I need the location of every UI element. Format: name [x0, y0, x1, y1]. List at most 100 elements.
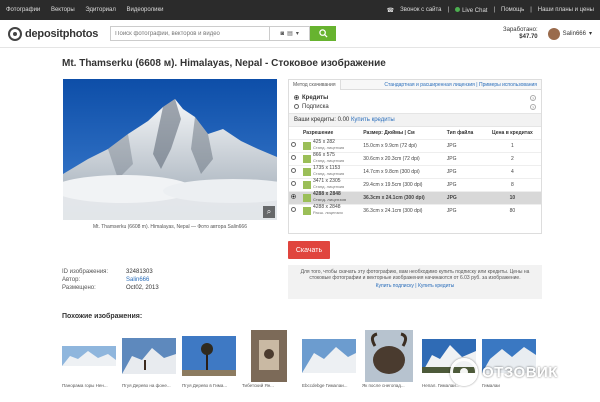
nav-photos[interactable]: Фотографии	[6, 7, 40, 13]
similar-title: Похожие изображения:	[62, 313, 143, 320]
size-radio-cell[interactable]	[289, 164, 301, 178]
meta-row-author: Автор: Salin666	[62, 276, 159, 284]
thumbnail	[62, 330, 116, 382]
size-row[interactable]: 3471 x 2305 Станд. лицензия 29.4cm x 19.5c…	[289, 177, 541, 191]
panel-tabs: Метод скачивания Стандартная и расширенн…	[289, 79, 541, 90]
size-row[interactable]: 866 x 575 Станд. лицензия 30.6cm x 20.3cm …	[289, 151, 541, 165]
size-radio-cell[interactable]	[289, 177, 301, 191]
thumbnail-label: Панорама горы Нен...	[62, 383, 108, 388]
chat-link[interactable]: Live Chat	[455, 6, 487, 14]
divider: |	[530, 7, 532, 13]
image-size-icon	[303, 141, 311, 150]
size-radio-cell[interactable]	[289, 151, 301, 165]
nav-editorial[interactable]: Эдиториал	[85, 7, 116, 13]
meta-label: Размещено:	[62, 285, 96, 291]
author-link[interactable]: Salin666	[126, 276, 149, 284]
standard-license-link[interactable]: Стандартная и расширенная лицензия	[384, 82, 475, 88]
resolution-text: 4288 x 2848 Расш. лицензия	[313, 205, 343, 216]
download-button[interactable]: Скачать	[288, 241, 330, 259]
resolution-cell: 425 x 282 Станд. лицензия	[301, 138, 362, 152]
similar-item[interactable]: Пгуя Дерево на фоне...	[122, 330, 176, 388]
nav-videos[interactable]: Видеоролики	[127, 7, 164, 13]
resolution-cell: 4288 x 2848 Расш. лицензия	[301, 203, 362, 217]
top-bar: Фотографии Векторы Эдиториал Видеоролики…	[0, 0, 600, 20]
main-photo[interactable]: ⌕	[63, 79, 277, 220]
option-credits[interactable]: Кредиты ?	[294, 93, 536, 102]
phone-icon: ☎	[386, 7, 395, 14]
thumbnail	[362, 330, 416, 382]
nav-vectors[interactable]: Векторы	[51, 7, 75, 13]
size-radio-cell[interactable]	[289, 203, 301, 217]
help-icon[interactable]: ?	[530, 103, 536, 110]
buy-credits-link[interactable]: Купить кредиты	[418, 283, 454, 289]
search-button[interactable]	[310, 26, 337, 41]
size-row[interactable]: 1735 x 1153 Станд. лицензия 14.7cm x 9.8cm…	[289, 164, 541, 178]
resolution-text: 1735 x 1153 Станд. лицензия	[313, 166, 344, 177]
column-header: Цена в кредитах	[492, 129, 533, 136]
image-size-icon	[303, 193, 311, 202]
header: depositphotos ◙ ▤ ▾ Заработано: $47.70 S…	[0, 20, 600, 48]
mountain-image	[63, 79, 277, 220]
size-radio[interactable]	[291, 142, 296, 147]
size-radio[interactable]	[291, 168, 296, 173]
license-type: Расш. лицензия	[313, 210, 343, 216]
image-size-icon	[303, 167, 311, 176]
chevron-down-icon: ▾	[588, 31, 592, 37]
size-radio[interactable]	[291, 207, 296, 213]
notice-text: Для того, чтобы скачать эту фотографию, …	[300, 269, 530, 281]
logo[interactable]: depositphotos	[8, 26, 99, 41]
price-cell: 4	[483, 164, 541, 178]
examples-link[interactable]: Примеры использования	[479, 82, 537, 88]
buy-credits-link[interactable]: Купить кредиты	[351, 117, 395, 123]
size-row[interactable]: 4288 x 2848 Расш. лицензия 36.3cm x 24.1cm…	[289, 203, 541, 217]
user-menu[interactable]: Salin666 ▾	[547, 27, 592, 40]
call-link[interactable]: Звонок с сайта	[400, 7, 441, 13]
similar-item[interactable]: Панорама горы Нен...	[62, 330, 116, 388]
size-radio-cell[interactable]	[289, 190, 301, 204]
avatar	[547, 27, 560, 40]
filetype-cell: JPG	[444, 190, 484, 204]
size-radio[interactable]	[291, 155, 296, 160]
search-input[interactable]	[110, 26, 271, 41]
subscription-radio[interactable]	[294, 104, 299, 109]
similar-item[interactable]: Ebccdebge Гималаи...	[302, 330, 356, 388]
tab-download-method[interactable]: Метод скачивания	[289, 79, 341, 90]
search-tools[interactable]: ◙ ▤ ▾	[270, 26, 311, 41]
option-subscription[interactable]: Подписка ?	[294, 102, 536, 111]
size-radio[interactable]	[291, 194, 296, 199]
filetype-cell: JPG	[444, 177, 484, 191]
meta-row-date: Размещено: Oct02, 2013	[62, 284, 159, 292]
filetype-cell: JPG	[444, 138, 484, 152]
filetype-cell: JPG	[444, 164, 484, 178]
size-row[interactable]: 4288 x 2848 Станд. лицензия 36.3cm x 24.1c…	[289, 190, 541, 204]
meta-label: Автор:	[62, 277, 81, 283]
panel-links: Стандартная и расширенная лицензия | При…	[384, 82, 541, 88]
logo-text: depositphotos	[25, 27, 99, 40]
zoom-button[interactable]: ⌕	[263, 206, 275, 218]
image-size-icon	[303, 154, 311, 163]
thumbnail	[242, 330, 296, 382]
credits-radio[interactable]	[294, 95, 299, 100]
similar-item[interactable]: Тибетский Ян...	[242, 330, 296, 388]
similar-item[interactable]: Пгуя Дерево в Гима...	[182, 330, 236, 388]
page-title: Mt. Thamserku (6608 м). Himalayas, Nepal…	[62, 58, 386, 69]
thumbnail-label: Тибетский Ян...	[242, 383, 274, 388]
resolution-cell: 3471 x 2305 Станд. лицензия	[301, 177, 362, 191]
photo-caption: Mt. Thamserku (6608 m). Himalayas, Nepal…	[92, 224, 247, 230]
plans-link[interactable]: Наши планы и цены	[538, 7, 594, 13]
resolution-text: 866 x 575 Станд. лицензия	[313, 153, 344, 164]
price-cell: 2	[483, 151, 541, 165]
earnings-value: $47.70	[519, 33, 538, 40]
size-radio[interactable]	[291, 181, 296, 186]
size-radio-cell[interactable]	[289, 138, 301, 152]
price-cell: 8	[483, 177, 541, 191]
help-icon[interactable]: ?	[530, 94, 536, 101]
username: Salin666	[562, 30, 586, 37]
buy-subscription-link[interactable]: Купить подписку	[376, 283, 414, 289]
similar-item[interactable]: Як после снегопад...	[362, 330, 416, 388]
filetype-cell: JPG	[444, 203, 484, 217]
help-link[interactable]: Помощь	[501, 7, 524, 13]
thumbnail-label: Ebccdebge Гималаи...	[302, 383, 348, 388]
size-cell: 14.7cm x 9.8cm (300 dpi)	[361, 164, 445, 178]
size-row[interactable]: 425 x 282 Станд. лицензия 15.0cm x 9.9cm (…	[289, 138, 541, 152]
